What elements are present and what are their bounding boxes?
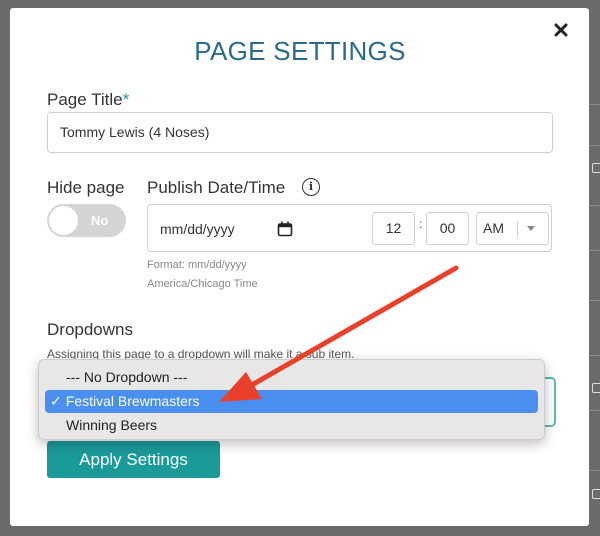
format-hint: Format: mm/dd/yyyy	[147, 259, 247, 271]
time-separator: :	[419, 217, 423, 231]
option-label: Festival Brewmasters	[65, 393, 200, 409]
minute-input[interactable]: 00	[426, 212, 469, 245]
timezone-hint: America/Chicago Time	[147, 278, 258, 290]
close-icon	[554, 23, 568, 37]
ampm-value: AM	[483, 220, 504, 236]
dropdowns-label: Dropdowns	[47, 320, 133, 339]
background-page-edge	[588, 0, 600, 536]
calendar-icon[interactable]	[277, 221, 293, 237]
date-input[interactable]: mm/dd/yyyy	[160, 205, 235, 253]
ampm-divider	[517, 221, 518, 237]
dropdown-option-festival-brewmasters[interactable]: ✓ Festival Brewmasters	[45, 390, 538, 413]
page-title-label-text: Page Title	[47, 90, 123, 109]
info-icon[interactable]: i	[302, 178, 320, 196]
toggle-state-text: No	[91, 213, 109, 228]
checkmark-icon: ✓	[50, 393, 62, 409]
required-mark: *	[122, 90, 130, 109]
publish-datetime-field: mm/dd/yyyy 12 : 00 AM	[147, 204, 552, 252]
toggle-knob	[49, 206, 78, 235]
page-title-label: Page Title*	[47, 90, 129, 110]
ampm-select[interactable]: AM	[476, 212, 549, 245]
dropdown-options-menu: --- No Dropdown --- ✓ Festival Brewmaster…	[38, 359, 545, 440]
apply-settings-button[interactable]: Apply Settings	[47, 441, 220, 478]
dropdown-option-winning-beers[interactable]: Winning Beers	[45, 414, 538, 437]
modal-title: PAGE SETTINGS	[194, 36, 406, 66]
page-title-input[interactable]: Tommy Lewis (4 Noses)	[47, 112, 553, 153]
hide-page-toggle[interactable]: No	[47, 204, 126, 237]
publish-label: Publish Date/Time	[147, 178, 286, 197]
hour-input[interactable]: 12	[372, 212, 415, 245]
chevron-down-icon	[527, 226, 535, 231]
hide-page-label: Hide page	[47, 178, 125, 197]
dropdown-option-none[interactable]: --- No Dropdown ---	[45, 366, 538, 389]
